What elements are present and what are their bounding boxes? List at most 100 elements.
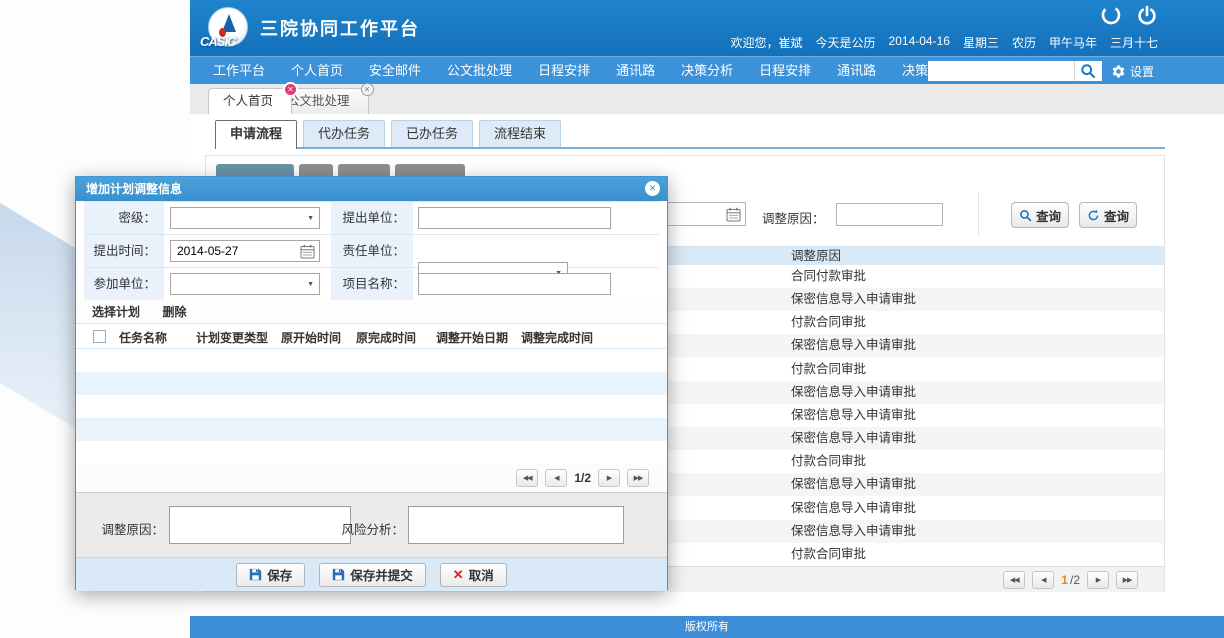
col-orig-finish: 原完成时间 bbox=[356, 329, 416, 346]
select-plan-link[interactable]: 选择计划 bbox=[92, 305, 140, 319]
subtab-underline bbox=[215, 147, 1165, 149]
query-button[interactable]: 查询 bbox=[1011, 202, 1069, 228]
plan-grid-empty-row bbox=[76, 349, 667, 372]
risk-analysis-textarea[interactable] bbox=[408, 506, 624, 544]
plan-grid-header: 任务名称 计划变更类型 原开始时间 原完成时间 调整开始日期 调整完成时间 bbox=[76, 324, 667, 349]
propose-time-label: 提出时间： bbox=[84, 235, 164, 267]
secret-level-label: 密级： bbox=[84, 202, 164, 234]
project-name-label: 项目名称： bbox=[331, 268, 413, 300]
chevron-down-icon bbox=[307, 215, 314, 222]
pager-first-button[interactable] bbox=[516, 469, 538, 487]
plan-grid-empty-row bbox=[76, 418, 667, 441]
settings-button[interactable]: 设置 bbox=[1111, 63, 1154, 80]
col-orig-start: 原开始时间 bbox=[281, 329, 341, 346]
plan-grid-empty-row bbox=[76, 441, 667, 464]
nav-item-document-batch[interactable]: 公文批处理 bbox=[434, 57, 525, 84]
subtab-process-finished[interactable]: 流程结束 bbox=[479, 120, 561, 147]
copyright-footer: 版权所有 bbox=[190, 616, 1224, 638]
nav-item-decision-analysis[interactable]: 决策分析 bbox=[668, 57, 746, 84]
filter-divider bbox=[978, 192, 979, 236]
pager-last-button[interactable] bbox=[1116, 571, 1138, 589]
cancel-button[interactable]: 取消 bbox=[440, 563, 507, 587]
nav-item-contacts[interactable]: 通讯路 bbox=[603, 57, 668, 84]
plan-grid-toolbar: 选择计划 删除 bbox=[76, 300, 667, 324]
calendar-icon[interactable] bbox=[300, 244, 315, 259]
form-row: 密级： 提出单位： bbox=[84, 202, 659, 235]
nav-item-contacts-2[interactable]: 通讯路 bbox=[824, 57, 889, 84]
dialog-close-icon[interactable] bbox=[645, 181, 660, 196]
nav-item-secure-mail[interactable]: 安全邮件 bbox=[356, 57, 434, 84]
join-unit-label: 参加单位： bbox=[84, 268, 164, 300]
query-button-label: 查询 bbox=[1036, 206, 1061, 225]
calendar-icon[interactable] bbox=[726, 207, 741, 222]
screen: CASIC 三院协同工作平台 欢迎您，崔斌 今天是公历 2014-04-16 星… bbox=[0, 0, 1224, 638]
propose-time-field bbox=[170, 240, 320, 262]
form-row: 提出时间： 责任单位： bbox=[84, 235, 659, 268]
casic-logo: CASIC bbox=[202, 7, 254, 49]
adjust-reason-textarea[interactable] bbox=[169, 506, 351, 544]
secret-level-select[interactable] bbox=[170, 207, 320, 229]
tab-personal-home[interactable]: 个人首页 bbox=[208, 88, 292, 114]
search-input[interactable] bbox=[928, 61, 1074, 81]
refresh-icon[interactable] bbox=[1100, 4, 1122, 26]
main-nav: 工作平台 个人首页 安全邮件 公文批处理 日程安排 通讯路 决策分析 日程安排 … bbox=[190, 56, 1224, 84]
select-all-checkbox[interactable] bbox=[93, 330, 106, 343]
join-unit-select[interactable] bbox=[170, 273, 320, 295]
project-name-input[interactable] bbox=[418, 273, 611, 295]
propose-unit-input[interactable] bbox=[418, 207, 611, 229]
pager-first-button[interactable] bbox=[1003, 571, 1025, 589]
nav-item-work-platform[interactable]: 工作平台 bbox=[200, 57, 278, 84]
query-refresh-button[interactable]: 查询 bbox=[1079, 202, 1137, 228]
nav-item-personal-home[interactable]: 个人首页 bbox=[278, 57, 356, 84]
tab-document-batch-label: 公文批处理 bbox=[287, 94, 350, 108]
tab-close-icon-gray[interactable] bbox=[361, 83, 374, 96]
nav-item-schedule-2[interactable]: 日程安排 bbox=[746, 57, 824, 84]
today-date: 2014-04-16 bbox=[889, 34, 950, 51]
welcome-bar: 欢迎您，崔斌 今天是公历 2014-04-16 星期三 农历 甲午马年 三月十七 bbox=[731, 34, 1158, 51]
dialog-form: 密级： 提出单位： 提出时间： bbox=[84, 201, 659, 300]
pager-prev-button[interactable] bbox=[1032, 571, 1054, 589]
pager-prev-button[interactable] bbox=[545, 469, 567, 487]
pager-next-button[interactable] bbox=[598, 469, 620, 487]
save-submit-button[interactable]: 保存并提交 bbox=[319, 563, 426, 587]
plan-grid-empty-row bbox=[76, 395, 667, 418]
save-button[interactable]: 保存 bbox=[236, 563, 305, 587]
add-plan-adjust-dialog: 增加计划调整信息 密级： 提出单位： 提出时间： bbox=[75, 176, 668, 590]
plan-grid-empty-row bbox=[76, 372, 667, 395]
nav-right-tools: 设置 bbox=[928, 61, 1154, 81]
top-header: CASIC 三院协同工作平台 欢迎您，崔斌 今天是公历 2014-04-16 星… bbox=[190, 0, 1224, 56]
dialog-title: 增加计划调整信息 bbox=[86, 182, 182, 196]
form-row: 参加单位： 项目名称： bbox=[84, 268, 659, 301]
welcome-user: 欢迎您，崔斌 bbox=[731, 34, 803, 51]
chevron-down-icon bbox=[307, 281, 314, 288]
risk-analysis-label: 风险分析： bbox=[334, 519, 404, 538]
col-adjust-finish: 调整完成时间 bbox=[521, 329, 593, 346]
pager-last-button[interactable] bbox=[627, 469, 649, 487]
subtab-apply-process[interactable]: 申请流程 bbox=[215, 120, 297, 149]
save-button-label: 保存 bbox=[267, 565, 292, 584]
dialog-remark-section: 调整原因： 风险分析： bbox=[76, 492, 667, 557]
today-label: 今天是公历 bbox=[816, 34, 876, 51]
lunar-day: 三月十七 bbox=[1110, 34, 1158, 51]
subtab-todo-tasks[interactable]: 代办任务 bbox=[303, 120, 385, 147]
power-icon[interactable] bbox=[1136, 4, 1158, 26]
pager-page-indicator: 1/2 bbox=[574, 471, 591, 485]
save-icon bbox=[249, 568, 262, 581]
col-task-name: 任务名称 bbox=[119, 329, 167, 346]
nav-item-schedule[interactable]: 日程安排 bbox=[525, 57, 603, 84]
pager-next-button[interactable] bbox=[1087, 571, 1109, 589]
lunar-year: 甲午马年 bbox=[1049, 34, 1097, 51]
process-subtabs: 申请流程 代办任务 已办任务 流程结束 bbox=[215, 120, 567, 149]
refresh-icon bbox=[1087, 209, 1100, 222]
lunar-label: 农历 bbox=[1012, 34, 1036, 51]
tab-close-icon[interactable] bbox=[283, 82, 298, 97]
subtab-done-tasks[interactable]: 已办任务 bbox=[391, 120, 473, 147]
propose-time-input[interactable] bbox=[171, 241, 289, 261]
logo-wordmark: CASIC bbox=[200, 34, 235, 49]
query-refresh-button-label: 查询 bbox=[1104, 206, 1129, 225]
dialog-footer: 保存 保存并提交 取消 bbox=[76, 557, 667, 591]
decor-left-ribbon bbox=[0, 203, 80, 431]
delete-link[interactable]: 删除 bbox=[162, 305, 186, 319]
search-button[interactable] bbox=[1074, 61, 1102, 81]
filter-reason-input[interactable] bbox=[836, 203, 943, 226]
